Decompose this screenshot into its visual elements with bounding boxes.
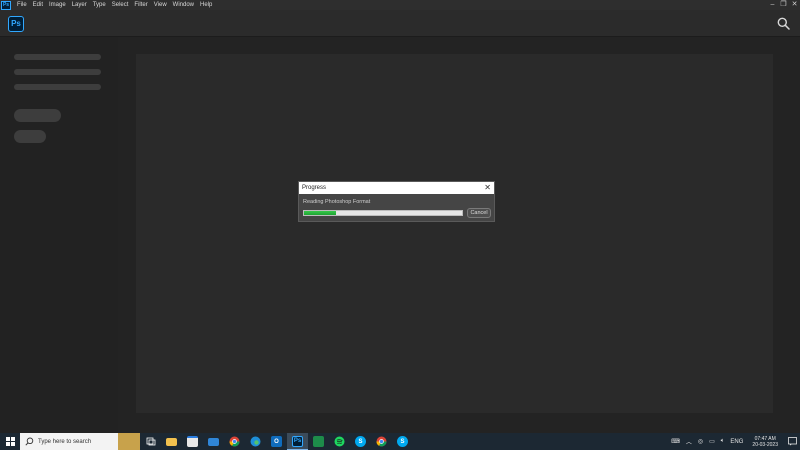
ps-logo[interactable]: Ps: [8, 16, 24, 32]
cancel-button[interactable]: Cancel: [467, 208, 491, 218]
close-icon[interactable]: ✕: [484, 182, 491, 194]
keyboard-icon[interactable]: ⌨: [668, 438, 683, 445]
notification-icon[interactable]: [784, 433, 800, 450]
menu-filter[interactable]: Filter: [131, 0, 150, 10]
windows-icon: [5, 437, 15, 446]
search-icon: [25, 437, 34, 446]
photoshop-icon[interactable]: Ps: [287, 433, 308, 450]
taskbar-search-box[interactable]: Type here to search: [20, 433, 140, 450]
photoshop-window: Ps File Edit Image Layer Type Select Fil…: [0, 0, 800, 450]
skype-icon[interactable]: S: [350, 433, 371, 450]
store-icon[interactable]: [182, 433, 203, 450]
network-icon[interactable]: ▭: [706, 438, 718, 445]
start-button[interactable]: [0, 433, 20, 450]
menu-edit[interactable]: Edit: [30, 0, 46, 10]
left-panel: [0, 37, 118, 433]
close-icon[interactable]: ✕: [789, 0, 800, 10]
task-view-icon[interactable]: [140, 433, 161, 450]
menu-help[interactable]: Help: [197, 0, 215, 10]
chrome-icon[interactable]: [224, 433, 245, 450]
canvas-area: [136, 54, 773, 413]
menu-view[interactable]: View: [151, 0, 170, 10]
language-indicator[interactable]: ENG: [727, 439, 746, 445]
outlook-icon[interactable]: O: [266, 433, 287, 450]
search-icon[interactable]: [777, 17, 790, 30]
taskbar: Type here to search O Ps S S ⌨ ︿ ◎ ▭ 🔈︎ …: [0, 433, 800, 450]
app-header: Ps: [0, 10, 800, 37]
mail-icon[interactable]: [203, 433, 224, 450]
menu-image[interactable]: Image: [46, 0, 69, 10]
skeleton-line: [14, 84, 101, 90]
chrome-icon-2[interactable]: [371, 433, 392, 450]
location-icon[interactable]: ◎: [695, 438, 706, 445]
skeleton-pill: [14, 130, 46, 143]
menu-bar: Ps File Edit Image Layer Type Select Fil…: [0, 0, 800, 10]
clock[interactable]: 07:47 AM 20-03-2023: [746, 436, 784, 448]
menu-layer[interactable]: Layer: [69, 0, 90, 10]
menu-file[interactable]: File: [14, 0, 30, 10]
clock-time: 07:47 AM: [754, 435, 776, 442]
dialog-title: Progress: [302, 185, 327, 191]
progress-message: Reading Photoshop Format: [303, 199, 371, 205]
skeleton-line: [14, 54, 101, 60]
skeleton-pill: [14, 109, 61, 122]
menu-window[interactable]: Window: [170, 0, 197, 10]
skype-icon-2[interactable]: S: [392, 433, 413, 450]
clock-date: 20-03-2023: [752, 441, 778, 448]
system-tray: ⌨ ︿ ◎ ▭ 🔈︎ ENG 07:47 AM 20-03-2023: [668, 433, 800, 450]
spotify-icon[interactable]: [329, 433, 350, 450]
file-explorer-icon[interactable]: [161, 433, 182, 450]
skeleton-line: [14, 69, 101, 75]
restore-icon[interactable]: ❐: [778, 0, 789, 10]
progress-dialog: Progress ✕ Reading Photoshop Format Canc…: [298, 181, 495, 222]
search-placeholder: Type here to search: [38, 438, 92, 445]
dialog-titlebar[interactable]: Progress ✕: [299, 182, 494, 194]
chevron-up-icon[interactable]: ︿: [683, 437, 695, 446]
excel-icon[interactable]: [308, 433, 329, 450]
search-highlight-image: [118, 433, 140, 450]
menu-type[interactable]: Type: [90, 0, 109, 10]
progress-bar: [303, 210, 463, 216]
progress-fill: [304, 211, 336, 215]
minimize-icon[interactable]: –: [767, 0, 778, 10]
photoshop-app-icon[interactable]: Ps: [1, 0, 11, 10]
menu-select[interactable]: Select: [109, 0, 132, 10]
window-controls: – ❐ ✕: [767, 0, 800, 10]
volume-icon[interactable]: 🔈︎: [718, 438, 728, 445]
edge-icon[interactable]: [245, 433, 266, 450]
